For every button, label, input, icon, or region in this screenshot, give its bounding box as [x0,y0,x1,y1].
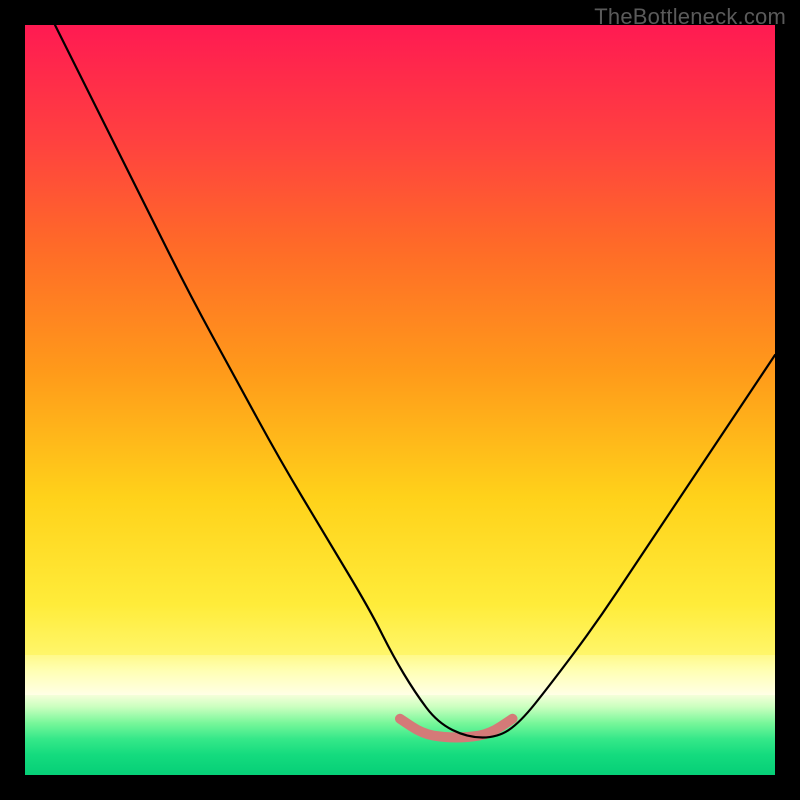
plot-area [25,25,775,775]
bottleneck-curve-path [55,25,775,738]
watermark-text: TheBottleneck.com [594,4,786,30]
curve-layer [25,25,775,775]
chart-frame: TheBottleneck.com [0,0,800,800]
trough-highlight-path [400,719,513,738]
